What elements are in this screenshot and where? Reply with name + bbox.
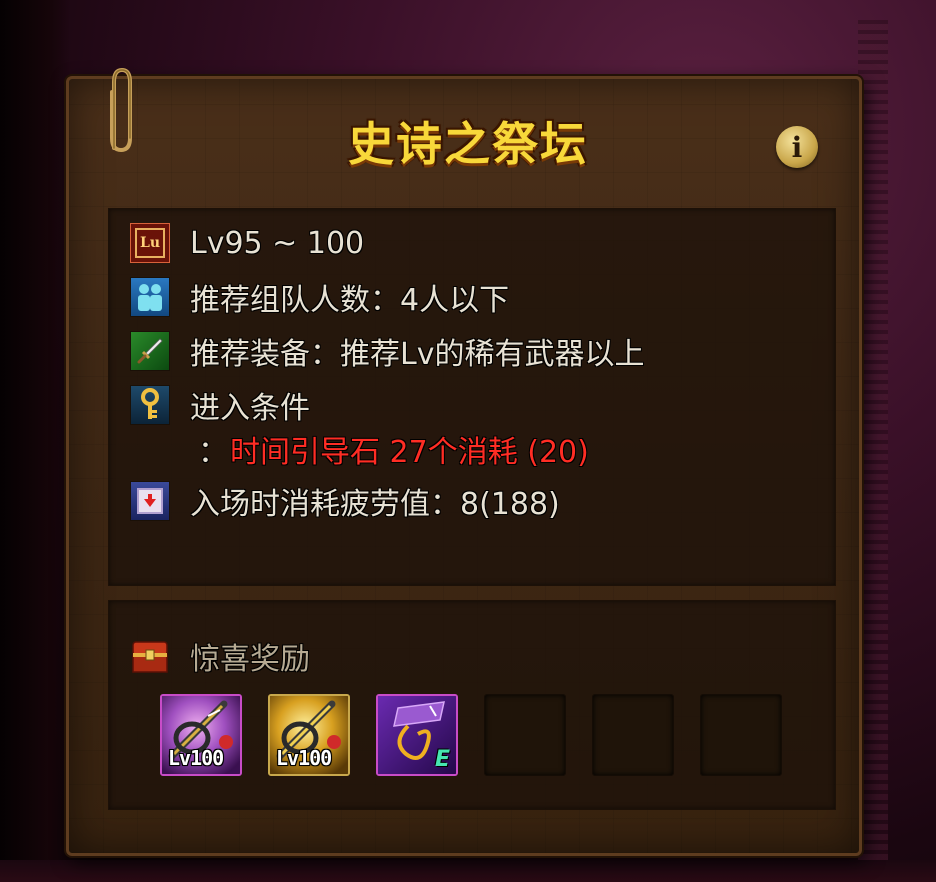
entry-condition-label: 进入条件: [190, 391, 310, 426]
fatigue-cost: 入场时消耗疲劳值：8(188): [190, 487, 560, 522]
level-range: Lv95 ~ 100: [190, 225, 365, 261]
reward-slot-empty: [592, 694, 674, 776]
dungeon-title: 史诗之祭坛: [348, 117, 588, 171]
fatigue-icon: [130, 481, 170, 521]
treasure-chest-icon: [130, 636, 170, 676]
entry-condition-value: 时间引导石 27个消耗 (20): [230, 435, 589, 470]
background-decor-strip: [858, 20, 888, 880]
reward-epic-tag: E: [434, 747, 450, 772]
reward-slot-3[interactable]: E: [376, 694, 458, 776]
reward-slot-empty: [484, 694, 566, 776]
party-row: 推荐组队人数：4人以下: [130, 276, 509, 318]
reward-level-tag: Lv100: [276, 746, 332, 770]
entry-condition-row: 进入条件: [130, 384, 310, 426]
sword-icon: [130, 331, 170, 371]
info-button[interactable]: i: [776, 126, 818, 168]
equipment-recommendation: 推荐装备：推荐Lv的稀有武器以上: [190, 337, 645, 372]
party-recommendation: 推荐组队人数：4人以下: [190, 283, 510, 318]
equipment-row: 推荐装备：推荐Lv的稀有武器以上: [130, 330, 644, 372]
reward-slot-2[interactable]: Lv100: [268, 694, 350, 776]
background-left-shadow: [0, 0, 70, 882]
key-icon: [130, 385, 170, 425]
info-icon: i: [791, 130, 803, 164]
paperclip-icon: [110, 67, 132, 153]
reward-slot-1[interactable]: Lv100: [160, 694, 242, 776]
reward-level-tag: Lv100: [168, 746, 224, 770]
background-bottom-edge: [0, 860, 936, 882]
reward-header: 惊喜奖励: [130, 634, 310, 678]
party-icon: [130, 277, 170, 317]
fatigue-row: 入场时消耗疲劳值：8(188): [130, 480, 560, 522]
level-row: Lu Lv95 ~ 100: [130, 222, 364, 264]
reward-title: 惊喜奖励: [190, 642, 310, 677]
reward-slot-empty: [700, 694, 782, 776]
entry-condition-detail: ： 时间引导石 27个消耗 (20): [198, 428, 589, 470]
level-icon: Lu: [130, 223, 170, 263]
entry-condition-colon: ：: [198, 435, 228, 470]
